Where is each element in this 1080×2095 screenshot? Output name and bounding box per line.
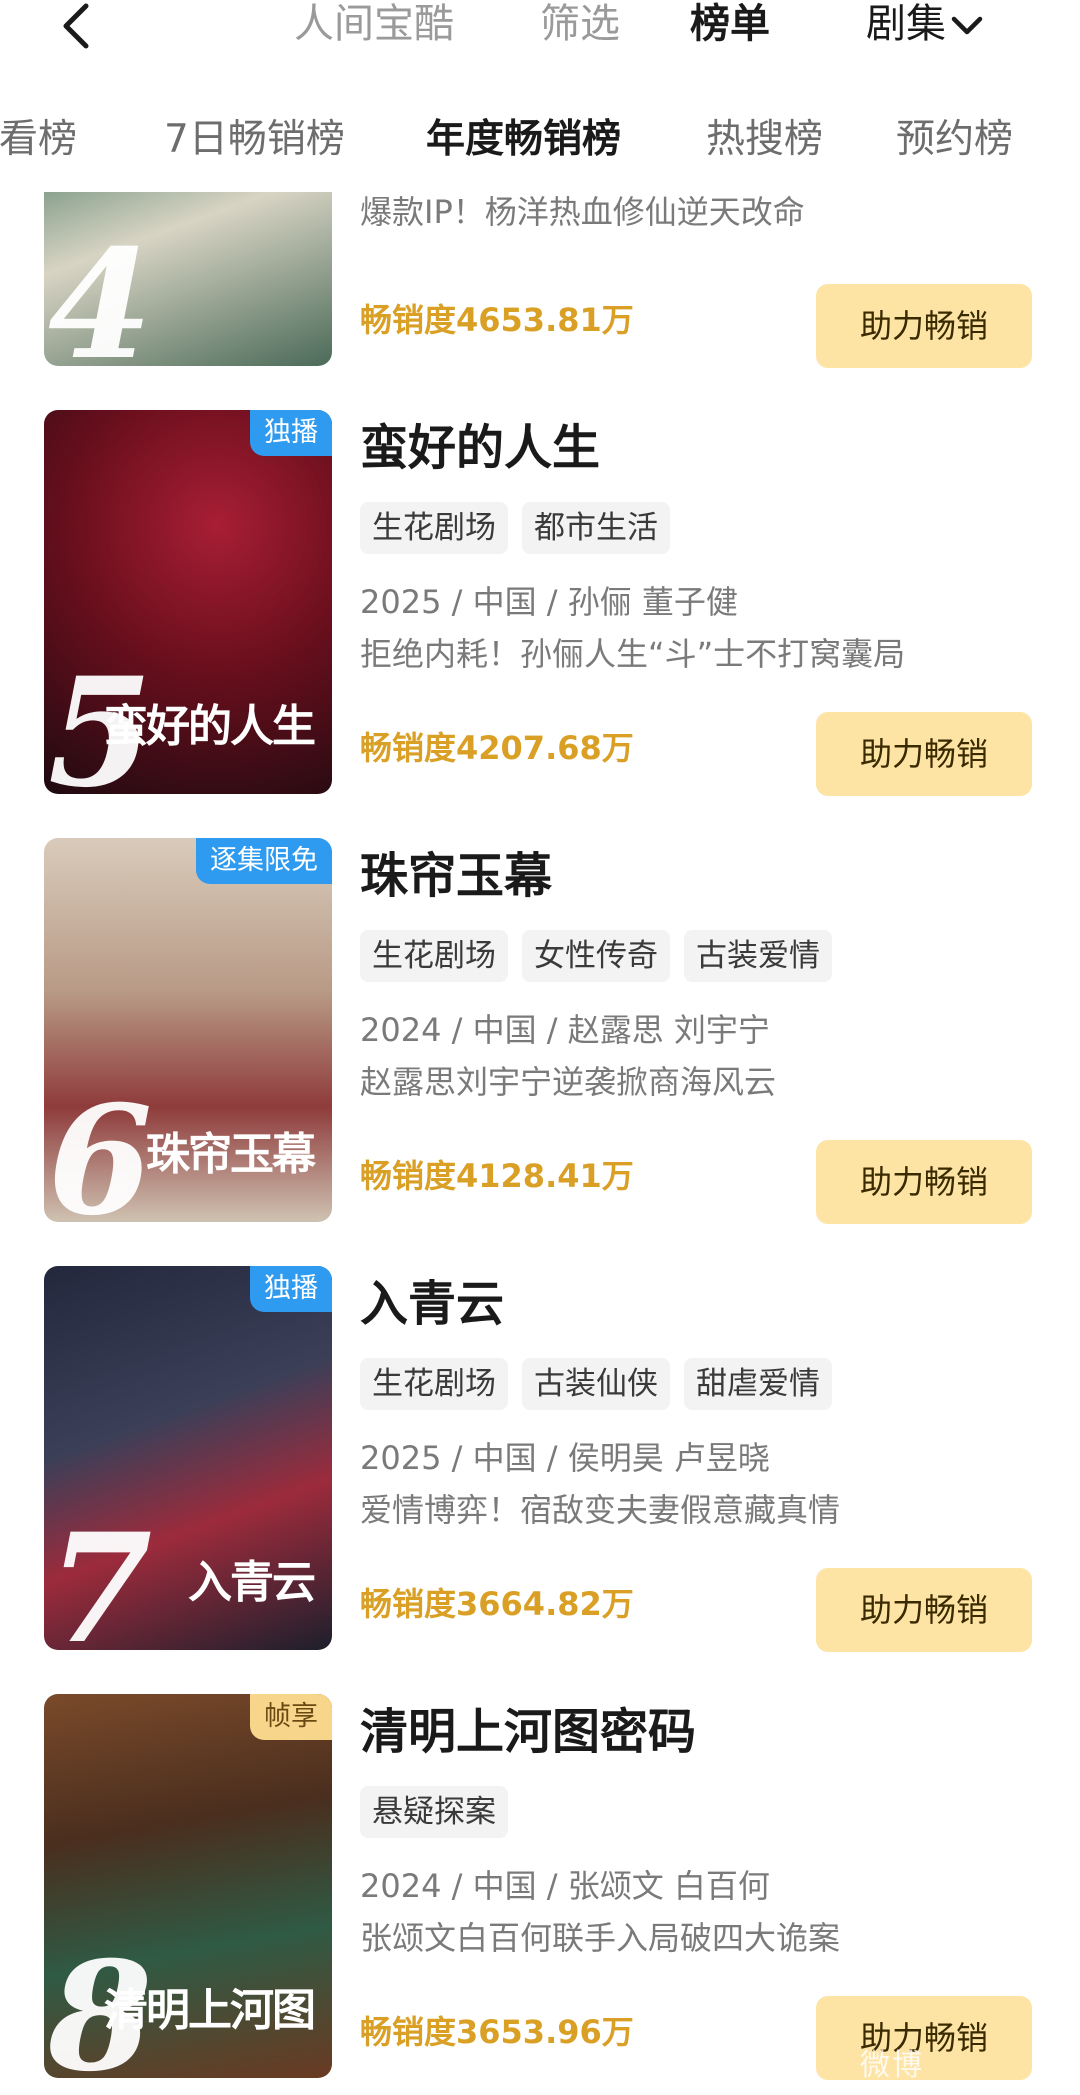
tag-list: 悬疑探案 — [360, 1786, 522, 1838]
list-item[interactable]: 4 爆款IP！杨洋热血修仙逆天改命 畅销度4653.81万 助力畅销 — [0, 192, 1080, 370]
exclusive-badge: 独播 — [250, 410, 332, 456]
rank-number: 6 — [48, 1073, 153, 1222]
sales-value: 畅销度4653.81万 — [360, 301, 634, 339]
show-description: 爆款IP！杨洋热血修仙逆天改命 — [360, 193, 805, 231]
show-meta: 2024 / 中国 / 张颂文 白百何 — [360, 1867, 770, 1905]
tab-treasure[interactable]: 人间宝酷 — [294, 0, 454, 48]
tag[interactable]: 甜虐爱情 — [684, 1358, 832, 1410]
poster[interactable]: 4 — [44, 192, 332, 366]
top-nav: 人间宝酷 筛选 榜单 剧集 — [0, 0, 1080, 60]
show-title[interactable]: 清明上河图密码 — [360, 1702, 696, 1762]
show-title[interactable]: 入青云 — [360, 1274, 504, 1334]
boost-sales-button[interactable]: 助力畅销 — [816, 1140, 1032, 1224]
list-item[interactable]: 珠帘玉幕 6 逐集限免 珠帘玉幕 生花剧场 女性传奇 古装爱情 2024 / 中国 … — [0, 838, 1080, 1226]
subtab-reservation[interactable]: 预约榜 — [896, 112, 1013, 168]
rank-number: 8 — [48, 1929, 153, 2078]
ranking-list: 4 爆款IP！杨洋热血修仙逆天改命 畅销度4653.81万 助力畅销 蛮好的人生… — [0, 192, 1080, 2095]
category-dropdown-label: 剧集 — [866, 1, 946, 47]
show-description: 张颂文白百何联手入局破四大诡案 — [360, 1919, 841, 1957]
subtab-annual[interactable]: 年度畅销榜 — [426, 112, 621, 168]
tag[interactable]: 生花剧场 — [360, 1358, 508, 1410]
subtab-7day[interactable]: 7日畅销榜 — [164, 112, 345, 168]
tag-list: 生花剧场 古装仙侠 甜虐爱情 — [360, 1358, 846, 1410]
tag[interactable]: 女性传奇 — [522, 930, 670, 982]
show-title[interactable]: 蛮好的人生 — [360, 418, 600, 478]
chevron-down-icon — [951, 16, 983, 35]
watermark: 微博 — [860, 2048, 924, 2083]
ranking-subtabs: 必看榜 7日畅销榜 年度畅销榜 热搜榜 预约榜 — [0, 112, 1080, 168]
tab-filter[interactable]: 筛选 — [540, 0, 620, 48]
show-description: 拒绝内耗！孙俪人生“斗”士不打窝囊局 — [360, 635, 906, 673]
show-description: 赵露思刘宇宁逆袭掀商海风云 — [360, 1063, 777, 1101]
boost-sales-button[interactable]: 助力畅销 — [816, 1996, 1032, 2080]
free-episodes-badge: 逐集限免 — [196, 838, 332, 884]
list-item[interactable]: 清明上河图 8 帧享 清明上河图密码 悬疑探案 2024 / 中国 / 张颂文 … — [0, 1694, 1080, 2082]
poster-title: 珠帘玉幕 — [146, 1129, 316, 1180]
category-dropdown[interactable]: 剧集 — [866, 0, 984, 48]
tag[interactable]: 生花剧场 — [360, 930, 508, 982]
boost-sales-button[interactable]: 助力畅销 — [816, 1568, 1032, 1652]
tag-list: 生花剧场 都市生活 — [360, 502, 684, 554]
sales-value: 畅销度3664.82万 — [360, 1585, 634, 1623]
tag[interactable]: 悬疑探案 — [360, 1786, 508, 1838]
poster[interactable]: 清明上河图 8 帧享 — [44, 1694, 332, 2078]
tag[interactable]: 古装爱情 — [684, 930, 832, 982]
poster[interactable]: 入青云 7 独播 — [44, 1266, 332, 1650]
subtab-must-watch[interactable]: 必看榜 — [0, 112, 77, 168]
tag-list: 生花剧场 女性传奇 古装爱情 — [360, 930, 846, 982]
show-description: 爱情博弈！宿敌变夫妻假意藏真情 — [360, 1491, 841, 1529]
tag[interactable]: 都市生活 — [522, 502, 670, 554]
list-item[interactable]: 蛮好的人生 5 独播 蛮好的人生 生花剧场 都市生活 2025 / 中国 / 孙俪… — [0, 410, 1080, 798]
subtab-hot-search[interactable]: 热搜榜 — [706, 112, 823, 168]
back-icon[interactable] — [56, 2, 100, 50]
list-item[interactable]: 入青云 7 独播 入青云 生花剧场 古装仙侠 甜虐爱情 2025 / 中国 / 侯明… — [0, 1266, 1080, 1654]
rank-number: 7 — [48, 1501, 153, 1650]
show-title[interactable]: 珠帘玉幕 — [360, 846, 552, 906]
sales-value: 畅销度4128.41万 — [360, 1157, 634, 1195]
tag[interactable]: 古装仙侠 — [522, 1358, 670, 1410]
premium-badge: 帧享 — [250, 1694, 332, 1740]
tab-rankings[interactable]: 榜单 — [690, 0, 770, 48]
poster[interactable]: 珠帘玉幕 6 逐集限免 — [44, 838, 332, 1222]
exclusive-badge: 独播 — [250, 1266, 332, 1312]
show-meta: 2025 / 中国 / 侯明昊 卢昱晓 — [360, 1439, 770, 1477]
sales-value: 畅销度4207.68万 — [360, 729, 634, 767]
show-meta: 2025 / 中国 / 孙俪 董子健 — [360, 583, 738, 621]
rank-number: 4 — [48, 217, 153, 366]
tag[interactable]: 生花剧场 — [360, 502, 508, 554]
show-meta: 2024 / 中国 / 赵露思 刘宇宁 — [360, 1011, 770, 1049]
rank-number: 5 — [48, 645, 153, 794]
boost-sales-button[interactable]: 助力畅销 — [816, 284, 1032, 368]
poster-title: 入青云 — [188, 1557, 316, 1608]
poster[interactable]: 蛮好的人生 5 独播 — [44, 410, 332, 794]
sales-value: 畅销度3653.96万 — [360, 2013, 634, 2051]
boost-sales-button[interactable]: 助力畅销 — [816, 712, 1032, 796]
